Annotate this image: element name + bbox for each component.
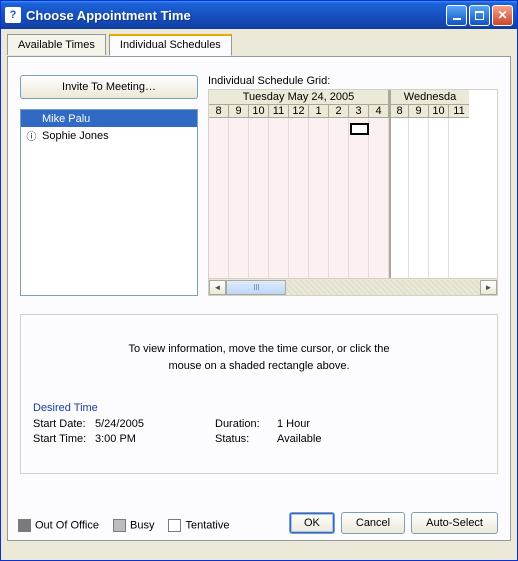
scroll-thumb[interactable] xyxy=(226,280,286,295)
legend-out-of-office: Out Of Office xyxy=(18,519,99,532)
list-item[interactable]: Mike Palu xyxy=(21,110,197,127)
person-name: Mike Palu xyxy=(42,113,90,125)
duration-value: 1 Hour xyxy=(277,418,377,430)
start-date-label: Start Date: xyxy=(33,418,95,430)
start-date-value: 5/24/2005 xyxy=(95,418,215,430)
tab-panel: Invite To Meeting… Mike Palu ⓘ Sophie Jo… xyxy=(7,56,511,541)
close-button[interactable]: ✕ xyxy=(492,5,513,26)
swatch-tentative-icon xyxy=(168,519,181,532)
hour-header: 3 xyxy=(349,105,369,118)
time-cursor[interactable] xyxy=(350,123,369,135)
status-label: Status: xyxy=(215,433,277,445)
hour-header: 8 xyxy=(389,105,409,118)
people-list[interactable]: Mike Palu ⓘ Sophie Jones xyxy=(20,109,198,296)
scroll-right-button[interactable]: ► xyxy=(480,280,497,295)
hour-header: 9 xyxy=(229,105,249,118)
maximize-button[interactable] xyxy=(469,5,490,26)
cancel-button[interactable]: Cancel xyxy=(341,512,405,534)
desired-time-title: Desired Time xyxy=(33,402,485,414)
hour-header: 10 xyxy=(249,105,269,118)
invite-to-meeting-button[interactable]: Invite To Meeting… xyxy=(20,75,198,99)
status-value: Available xyxy=(277,433,377,445)
list-item[interactable]: ⓘ Sophie Jones xyxy=(21,127,197,144)
hour-header: 11 xyxy=(269,105,289,118)
tab-strip: Available Times Individual Schedules xyxy=(7,33,511,57)
day-header: Tuesday May 24, 2005 xyxy=(209,90,389,105)
scroll-left-button[interactable]: ◄ xyxy=(209,280,226,295)
legend: Out Of Office Busy Tentative xyxy=(18,519,230,532)
start-time-value: 3:00 PM xyxy=(95,433,215,445)
dialog-window: ? Choose Appointment Time ✕ Available Ti… xyxy=(0,0,518,561)
ok-button[interactable]: OK xyxy=(289,512,335,534)
duration-label: Duration: xyxy=(215,418,277,430)
desired-time-section: Desired Time Start Date: 5/24/2005 Durat… xyxy=(33,402,485,445)
app-icon: ? xyxy=(5,7,21,23)
dialog-buttons: OK Cancel Auto-Select xyxy=(289,512,498,534)
hour-header-row: 8 9 10 11 12 1 2 3 4 8 9 10 11 xyxy=(209,105,497,118)
hour-header: 10 xyxy=(429,105,449,118)
swatch-busy-icon xyxy=(113,519,126,532)
grid-body[interactable] xyxy=(209,118,497,278)
grid-caption: Individual Schedule Grid: xyxy=(208,75,498,87)
legend-busy: Busy xyxy=(113,519,154,532)
window-title: Choose Appointment Time xyxy=(26,8,444,23)
hour-header: 4 xyxy=(369,105,389,118)
start-time-label: Start Time: xyxy=(33,433,95,445)
info-message: To view information, move the time curso… xyxy=(33,341,485,374)
horizontal-scrollbar[interactable]: ◄ ► xyxy=(209,278,497,295)
info-icon: ⓘ xyxy=(25,129,38,142)
person-name: Sophie Jones xyxy=(42,130,109,142)
info-panel: To view information, move the time curso… xyxy=(20,314,498,474)
tab-available-times[interactable]: Available Times xyxy=(7,34,106,55)
minimize-button[interactable] xyxy=(446,5,467,26)
tab-individual-schedules[interactable]: Individual Schedules xyxy=(109,34,232,56)
client-area: Available Times Individual Schedules Inv… xyxy=(1,29,517,560)
hour-header: 11 xyxy=(449,105,469,118)
swatch-out-icon xyxy=(18,519,31,532)
hour-header: 12 xyxy=(289,105,309,118)
hour-header: 2 xyxy=(329,105,349,118)
hour-header: 9 xyxy=(409,105,429,118)
scroll-track[interactable] xyxy=(226,280,480,295)
auto-select-button[interactable]: Auto-Select xyxy=(411,512,498,534)
titlebar[interactable]: ? Choose Appointment Time ✕ xyxy=(1,1,517,29)
hour-header: 8 xyxy=(209,105,229,118)
day-header: Wednesda xyxy=(389,90,469,105)
person-status-icon xyxy=(25,112,38,125)
legend-tentative: Tentative xyxy=(168,519,229,532)
schedule-grid[interactable]: Tuesday May 24, 2005 Wednesda 8 9 10 11 … xyxy=(208,89,498,296)
hour-header: 1 xyxy=(309,105,329,118)
